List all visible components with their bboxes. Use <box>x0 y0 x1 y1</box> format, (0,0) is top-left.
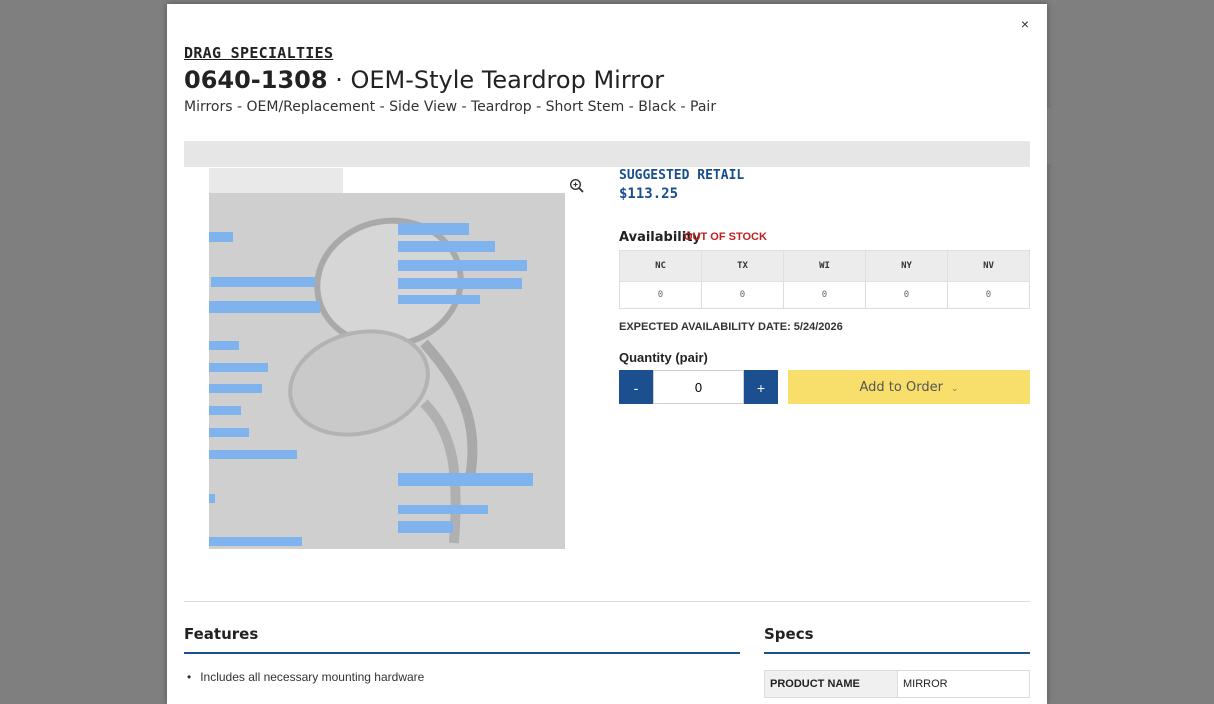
close-button[interactable]: × <box>1015 14 1035 34</box>
table-header-row: NC TX WI NY NV <box>619 250 1030 282</box>
table-row: PRODUCT NAME MIRROR <box>764 670 1030 698</box>
warehouse-header: NC <box>619 250 702 282</box>
suggested-retail-label: SUGGESTED RETAIL <box>619 168 745 183</box>
image-tab <box>209 168 343 193</box>
warehouse-qty: 0 <box>783 281 866 309</box>
spec-value: MIRROR <box>897 670 1030 698</box>
add-to-order-label: Add to Order <box>859 379 943 395</box>
specs-heading: Specs <box>764 625 814 643</box>
brand-link[interactable]: DRAG SPECIALTIES <box>184 44 333 62</box>
suggested-retail-price: $113.25 <box>619 186 679 202</box>
warehouse-stock-table: NC TX WI NY NV 0 0 0 0 0 <box>619 250 1030 309</box>
product-name: OEM-Style Teardrop Mirror <box>350 66 665 94</box>
warehouse-header: TX <box>701 250 784 282</box>
breadcrumb: Mirrors - OEM/Replacement - Side View - … <box>184 99 717 115</box>
table-row: 0 0 0 0 0 <box>619 281 1030 309</box>
expected-availability-date: EXPECTED AVAILABILITY DATE: 5/24/2026 <box>619 321 843 333</box>
warehouse-header: WI <box>783 250 866 282</box>
list-item: Includes all necessary mounting hardware <box>187 670 424 684</box>
warehouse-qty: 0 <box>701 281 784 309</box>
warehouse-qty: 0 <box>865 281 948 309</box>
mirror-drawing <box>209 217 533 546</box>
product-image[interactable] <box>209 168 565 549</box>
section-divider <box>184 601 1030 602</box>
image-header-bar <box>184 141 1030 167</box>
features-heading: Features <box>184 625 259 643</box>
mirror-image <box>209 193 565 549</box>
specs-underline <box>764 652 1030 654</box>
warehouse-header: NY <box>865 250 948 282</box>
quantity-label: Quantity (pair) <box>619 350 708 365</box>
features-underline <box>184 652 740 654</box>
quantity-input[interactable] <box>653 370 744 404</box>
part-number: 0640-1308 <box>184 66 328 94</box>
quantity-increase-button[interactable]: + <box>744 370 778 404</box>
warehouse-qty: 0 <box>947 281 1030 309</box>
zoom-in-icon[interactable] <box>569 178 585 194</box>
title-separator: · <box>335 66 343 94</box>
spec-key: PRODUCT NAME <box>764 670 898 698</box>
product-modal: × DRAG SPECIALTIES 0640-1308 · OEM-Style… <box>167 4 1047 704</box>
stock-status-badge: OUT OF STOCK <box>684 231 767 243</box>
warehouse-qty: 0 <box>619 281 702 309</box>
specs-table: PRODUCT NAME MIRROR <box>764 670 1030 698</box>
quantity-decrease-button[interactable]: - <box>619 370 653 404</box>
add-to-order-button[interactable]: Add to Order ⌄ <box>788 370 1030 404</box>
warehouse-header: NV <box>947 250 1030 282</box>
chevron-down-icon: ⌄ <box>950 383 959 394</box>
product-title: 0640-1308 · OEM-Style Teardrop Mirror <box>184 66 664 94</box>
